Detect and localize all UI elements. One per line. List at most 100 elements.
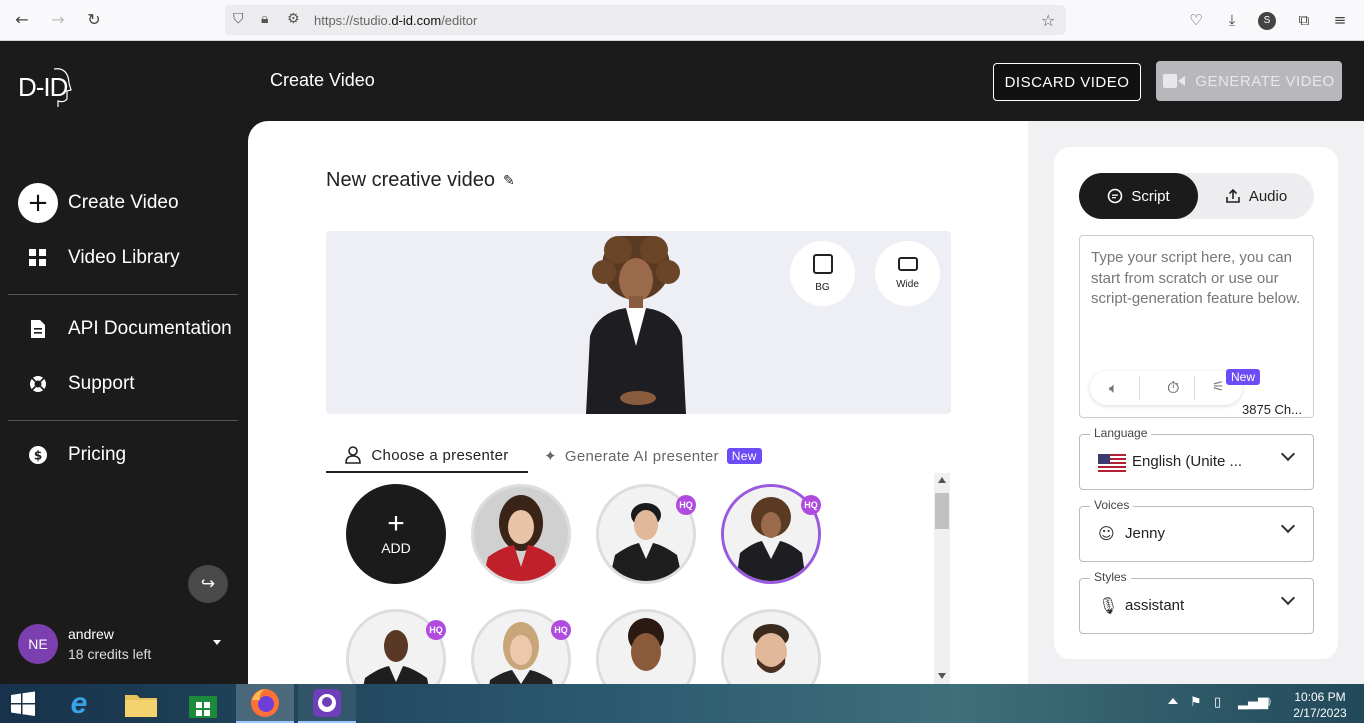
wide-button[interactable]: Wide xyxy=(875,241,940,306)
us-flag-icon xyxy=(1098,454,1126,472)
store-taskbar[interactable] xyxy=(174,684,232,723)
presenter-avatar[interactable] xyxy=(471,484,571,584)
windows-logo-icon xyxy=(11,691,35,716)
char-count: 3875 Ch... xyxy=(1242,402,1302,417)
video-title-text[interactable]: New creative video xyxy=(326,169,495,192)
voices-select[interactable]: Voices ☺ Jenny xyxy=(1079,498,1314,562)
discard-video-button[interactable]: DISCARD VIDEO xyxy=(993,63,1141,101)
profile-avatar[interactable]: S xyxy=(1258,12,1276,30)
github-desktop-taskbar[interactable] xyxy=(298,684,356,723)
scrollbar-thumb[interactable] xyxy=(935,493,949,529)
tray-overflow-icon[interactable] xyxy=(1168,698,1178,704)
script-audio-toggle: Script Audio xyxy=(1079,173,1314,219)
tab-choose-presenter[interactable]: Choose a presenter xyxy=(326,439,528,473)
tab-label: Audio xyxy=(1248,187,1288,205)
d-id-logo[interactable]: D-ID xyxy=(18,63,72,109)
editor-header: Create Video DISCARD VIDEO GENERATE VIDE… xyxy=(248,41,1364,121)
script-column: Script Audio Type your script here, you … xyxy=(1028,121,1364,684)
document-icon xyxy=(18,309,58,349)
video-title[interactable]: New creative video ✎ xyxy=(326,169,515,192)
tab-audio[interactable]: Audio xyxy=(1198,173,1314,219)
clock[interactable]: 10:06 PM 2/17/2023 xyxy=(1290,689,1350,721)
reload-icon[interactable]: ↻ xyxy=(84,10,104,30)
forward-icon[interactable]: → xyxy=(48,10,68,30)
sidebar-item-api-documentation[interactable]: API Documentation xyxy=(18,309,232,349)
plus-icon: + xyxy=(18,183,58,223)
presenter-scrollbar[interactable] xyxy=(934,473,950,684)
new-badge: New xyxy=(726,448,762,464)
start-button[interactable] xyxy=(0,684,46,723)
sidebar-item-support[interactable]: Support xyxy=(18,364,135,404)
bookmark-star-icon[interactable]: ☆ xyxy=(1041,11,1055,30)
lock-icon[interactable]: 🔒︎ xyxy=(261,11,268,27)
chevron-down-icon xyxy=(1280,518,1296,534)
file-explorer-taskbar[interactable] xyxy=(112,684,170,723)
sidebar-divider xyxy=(8,420,238,421)
pocket-icon[interactable]: ♡ xyxy=(1186,11,1206,29)
collapse-sidebar-button[interactable]: ↪ xyxy=(188,565,228,603)
hq-badge: HQ xyxy=(426,620,446,640)
battery-icon[interactable]: ▯ xyxy=(1214,695,1221,710)
tab-generate-ai-presenter[interactable]: ✦ Generate AI presenter New xyxy=(544,439,762,473)
microphone-icon: 🎙︎ xyxy=(1098,596,1119,615)
sidebar-item-label: Video Library xyxy=(68,247,180,268)
sidebar-item-video-library[interactable]: Video Library xyxy=(18,238,180,278)
styles-select[interactable]: Styles 🎙︎ assistant xyxy=(1079,570,1314,634)
folder-icon xyxy=(125,694,157,717)
presenter-grid: + ADD HQ HQ HQ HQ xyxy=(326,473,951,684)
sidebar: D-ID + Create Video Video Library API Do… xyxy=(0,41,248,684)
language-select[interactable]: Language English (Unite ... xyxy=(1079,426,1314,490)
svg-text:$: $ xyxy=(34,449,42,463)
presenter-avatar[interactable] xyxy=(596,609,696,684)
hq-badge: HQ xyxy=(551,620,571,640)
timer-icon[interactable]: ⏱ xyxy=(1167,378,1179,398)
wide-aspect-icon xyxy=(897,257,918,271)
sidebar-divider xyxy=(8,294,238,295)
styles-value: assistant xyxy=(1125,597,1185,614)
add-presenter-button[interactable]: + ADD xyxy=(346,484,446,584)
permissions-icon[interactable]: ⚙ xyxy=(287,11,300,27)
scroll-down-icon[interactable] xyxy=(938,673,946,679)
firefox-taskbar[interactable] xyxy=(236,684,294,723)
tab-script[interactable]: Script xyxy=(1079,173,1198,219)
script-tools: 🔈︎ ⏱ ⚟ xyxy=(1090,371,1242,405)
user-avatar[interactable]: NE xyxy=(18,624,58,664)
script-panel: Script Audio Type your script here, you … xyxy=(1054,147,1338,659)
edit-pencil-icon[interactable]: ✎ xyxy=(503,173,515,189)
tray-app-icon[interactable]: ⚑ xyxy=(1190,695,1202,710)
presenter-avatar[interactable] xyxy=(721,609,821,684)
downloads-icon[interactable]: ⤓ xyxy=(1222,11,1242,29)
speaker-icon[interactable]: 🔈︎ xyxy=(1109,379,1118,397)
sidebar-item-create-video[interactable]: + Create Video xyxy=(18,183,179,223)
clock-date: 2/17/2023 xyxy=(1293,706,1347,720)
styles-label: Styles xyxy=(1090,570,1131,584)
background-button[interactable]: BG xyxy=(790,241,855,306)
tab-label: Generate AI presenter xyxy=(564,447,719,465)
volume-icon[interactable]: 🔊︎ xyxy=(1262,694,1271,710)
back-icon[interactable]: ← xyxy=(12,10,32,30)
address-bar[interactable]: ⛉ 🔒︎ ⚙ https://studio.d-id.com/editor ☆ xyxy=(225,5,1066,35)
chevron-down-icon xyxy=(1280,590,1296,606)
svg-text:D-ID: D-ID xyxy=(18,72,68,102)
scroll-up-icon[interactable] xyxy=(938,477,946,483)
menu-icon[interactable]: ≡ xyxy=(1330,11,1350,29)
voices-value: Jenny xyxy=(1125,525,1166,542)
presenter-preview xyxy=(586,236,686,414)
internet-explorer-icon: e xyxy=(70,686,88,720)
magic-wand-icon[interactable]: ⚟ xyxy=(1212,379,1225,395)
script-input[interactable]: Type your script here, you can start fro… xyxy=(1079,235,1314,418)
credits-left: 18 credits left xyxy=(68,646,152,662)
generate-video-button[interactable]: GENERATE VIDEO xyxy=(1156,61,1342,101)
user-menu-caret-icon[interactable] xyxy=(213,640,221,645)
background-icon xyxy=(812,254,833,274)
generate-video-label: GENERATE VIDEO xyxy=(1195,72,1335,90)
script-placeholder[interactable]: Type your script here, you can start fro… xyxy=(1091,248,1306,310)
internet-explorer-taskbar[interactable]: e xyxy=(50,684,108,723)
shield-icon[interactable]: ⛉ xyxy=(233,11,244,27)
person-icon xyxy=(345,446,362,464)
url-text[interactable]: https://studio.d-id.com/editor xyxy=(314,13,477,28)
language-value: English (Unite ... xyxy=(1132,453,1243,470)
extensions-icon[interactable]: ⧉ xyxy=(1294,11,1314,29)
sidebar-item-pricing[interactable]: $ Pricing xyxy=(18,435,126,475)
clock-time: 10:06 PM xyxy=(1294,690,1346,704)
